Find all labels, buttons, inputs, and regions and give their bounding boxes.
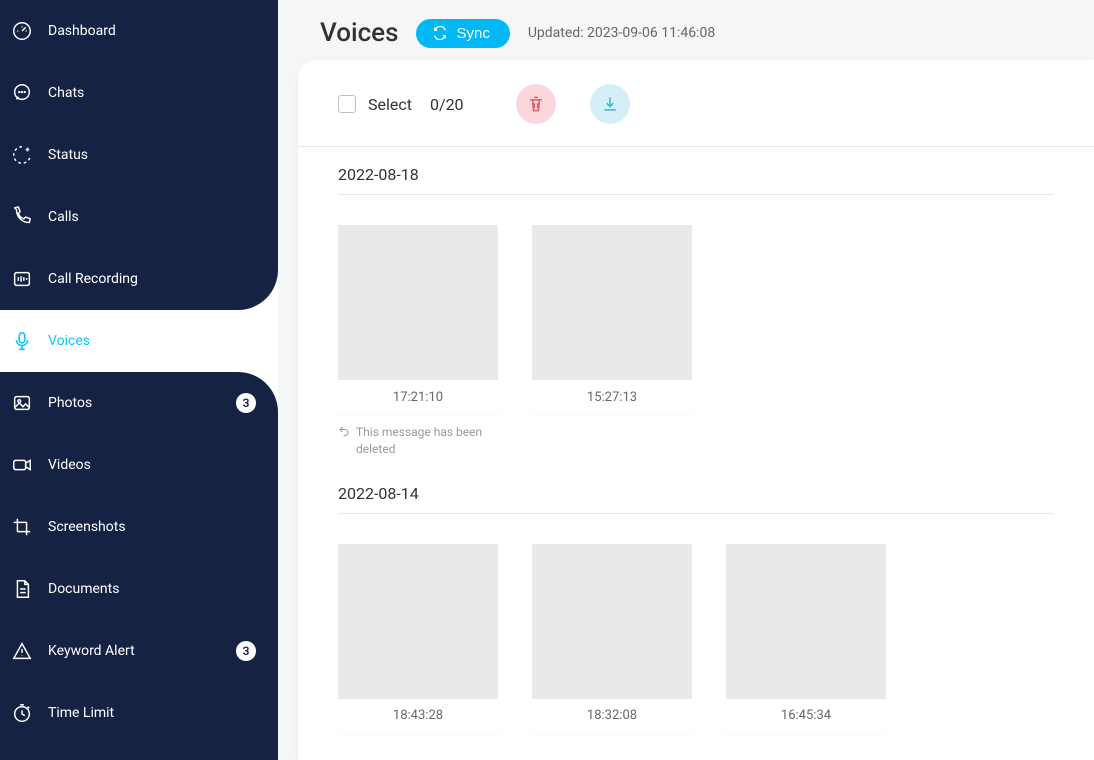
sidebar-item-calls[interactable]: Calls bbox=[0, 186, 278, 248]
dashboard-icon bbox=[10, 19, 34, 43]
undo-icon bbox=[338, 425, 350, 437]
sync-icon bbox=[432, 25, 448, 41]
download-button[interactable] bbox=[590, 84, 630, 124]
voice-card[interactable]: 16:45:34 bbox=[726, 544, 886, 733]
sidebar: Dashboard Chats Status Calls Call Record… bbox=[0, 0, 278, 760]
select-label: Select bbox=[368, 95, 412, 114]
sidebar-item-screenshots[interactable]: Screenshots bbox=[0, 496, 278, 558]
voice-time: 17:21:10 bbox=[338, 380, 498, 414]
download-icon bbox=[600, 94, 620, 114]
sync-label: Sync bbox=[456, 25, 489, 42]
voice-thumbnail bbox=[532, 225, 692, 380]
main-content: Voices Sync Updated: 2023-09-06 11:46:08… bbox=[278, 0, 1094, 760]
sidebar-label: Dashboard bbox=[48, 23, 278, 39]
sync-button[interactable]: Sync bbox=[416, 19, 509, 48]
sidebar-label: Status bbox=[48, 147, 278, 163]
sidebar-item-status[interactable]: Status bbox=[0, 124, 278, 186]
chat-icon bbox=[10, 81, 34, 105]
deleted-note: This message has been deleted bbox=[338, 424, 498, 458]
page-header: Voices Sync Updated: 2023-09-06 11:46:08 bbox=[278, 0, 1094, 60]
sidebar-label: Voices bbox=[48, 333, 278, 349]
sidebar-label: Chats bbox=[48, 85, 278, 101]
photo-icon bbox=[10, 391, 34, 415]
voice-time: 18:32:08 bbox=[532, 699, 692, 733]
sidebar-item-documents[interactable]: Documents bbox=[0, 558, 278, 620]
screenshot-icon bbox=[10, 515, 34, 539]
sidebar-label: Calls bbox=[48, 209, 278, 225]
video-icon bbox=[10, 453, 34, 477]
sidebar-item-time-limit[interactable]: Time Limit bbox=[0, 682, 278, 744]
voice-thumbnail bbox=[726, 544, 886, 699]
sidebar-item-voices[interactable]: Voices bbox=[0, 310, 278, 372]
sidebar-label: Photos bbox=[48, 395, 236, 411]
voice-card[interactable]: 15:27:13 bbox=[532, 225, 692, 458]
select-all-checkbox[interactable] bbox=[338, 95, 356, 113]
voice-grid: 17:21:10 This message has been deleted 1… bbox=[338, 195, 1054, 466]
voice-grid: 18:43:28 18:32:08 16:45:34 bbox=[338, 514, 1054, 741]
date-section: 2022-08-18 17:21:10 This message has bee… bbox=[298, 147, 1094, 466]
voice-icon bbox=[10, 329, 34, 353]
timelimit-icon bbox=[10, 701, 34, 725]
badge: 3 bbox=[236, 393, 256, 413]
date-section: 2022-08-14 18:43:28 18:32:08 16:45:34 bbox=[298, 466, 1094, 741]
sidebar-label: Documents bbox=[48, 581, 278, 597]
sidebar-item-photos[interactable]: Photos 3 bbox=[0, 372, 278, 434]
toolbar: Select 0/20 bbox=[298, 84, 1094, 147]
sidebar-label: Keyword Alert bbox=[48, 643, 236, 659]
call-icon bbox=[10, 205, 34, 229]
updated-text: Updated: 2023-09-06 11:46:08 bbox=[528, 25, 715, 41]
delete-button[interactable] bbox=[516, 84, 556, 124]
alert-icon bbox=[10, 639, 34, 663]
voice-time: 16:45:34 bbox=[726, 699, 886, 733]
date-header: 2022-08-18 bbox=[338, 147, 1054, 195]
sidebar-item-videos[interactable]: Videos bbox=[0, 434, 278, 496]
recording-icon bbox=[10, 267, 34, 291]
voice-time: 18:43:28 bbox=[338, 699, 498, 733]
sidebar-label: Videos bbox=[48, 457, 278, 473]
voice-card[interactable]: 18:32:08 bbox=[532, 544, 692, 733]
deleted-note-text: This message has been deleted bbox=[356, 424, 498, 458]
voice-thumbnail bbox=[338, 544, 498, 699]
select-count: 0/20 bbox=[430, 95, 464, 114]
sidebar-label: Screenshots bbox=[48, 519, 278, 535]
content-panel: Select 0/20 2022-08-18 17:21:10 bbox=[298, 60, 1094, 760]
page-title: Voices bbox=[320, 18, 398, 48]
voice-card[interactable]: 17:21:10 This message has been deleted bbox=[338, 225, 498, 458]
document-icon bbox=[10, 577, 34, 601]
voice-card[interactable]: 18:43:28 bbox=[338, 544, 498, 733]
date-header: 2022-08-14 bbox=[338, 466, 1054, 514]
status-icon bbox=[10, 143, 34, 167]
sidebar-item-chats[interactable]: Chats bbox=[0, 62, 278, 124]
sidebar-item-dashboard[interactable]: Dashboard bbox=[0, 0, 278, 62]
voice-thumbnail bbox=[532, 544, 692, 699]
voice-thumbnail bbox=[338, 225, 498, 380]
sidebar-label: Time Limit bbox=[48, 705, 278, 721]
voice-time: 15:27:13 bbox=[532, 380, 692, 414]
trash-icon bbox=[526, 94, 546, 114]
sidebar-item-call-recording[interactable]: Call Recording bbox=[0, 248, 278, 310]
badge: 3 bbox=[236, 641, 256, 661]
sidebar-item-keyword-alert[interactable]: Keyword Alert 3 bbox=[0, 620, 278, 682]
